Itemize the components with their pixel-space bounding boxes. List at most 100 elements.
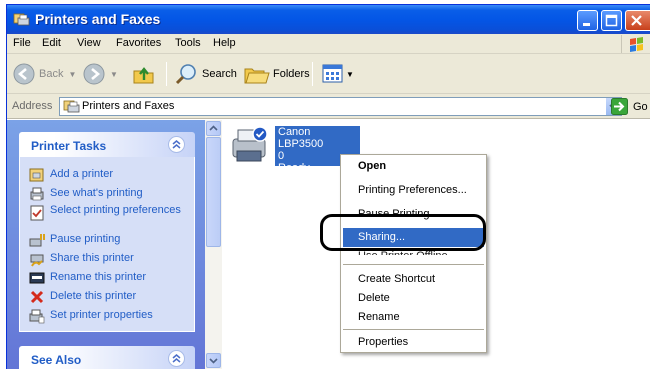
task-set-properties[interactable]: Set printer properties bbox=[20, 306, 194, 325]
go-label: Go bbox=[633, 100, 648, 113]
up-folder-button[interactable] bbox=[132, 62, 156, 86]
printer-folder-icon bbox=[13, 13, 30, 26]
task-pause-printing[interactable]: Pause printing bbox=[20, 230, 194, 249]
chevron-up-double-icon bbox=[172, 140, 181, 149]
menu-file[interactable]: File bbox=[13, 37, 31, 49]
search-label: Search bbox=[202, 68, 237, 80]
see-also-header[interactable]: See Also bbox=[19, 346, 195, 369]
views-icon bbox=[322, 64, 343, 83]
task-add-printer[interactable]: Add a printer bbox=[20, 165, 194, 184]
task-delete-printer[interactable]: Delete this printer bbox=[20, 287, 194, 306]
address-bar: Address Printers and Faxes Go bbox=[7, 94, 650, 119]
chevron-down-icon bbox=[209, 358, 218, 364]
printer-properties-icon bbox=[29, 309, 45, 324]
task-label: Delete this printer bbox=[50, 290, 137, 302]
printer-name: Canon LBP3500 bbox=[278, 126, 324, 150]
folders-button[interactable]: Folders bbox=[244, 62, 310, 86]
address-label: Address bbox=[12, 100, 53, 112]
task-select-preferences[interactable]: Select printing preferences bbox=[20, 203, 194, 230]
scroll-up-button[interactable] bbox=[206, 121, 221, 136]
forward-button[interactable]: ▼ bbox=[83, 63, 118, 85]
chevron-down-icon[interactable]: ▼ bbox=[346, 70, 354, 79]
context-menu: Open Printing Preferences... Pause Print… bbox=[340, 154, 487, 353]
menu-rename[interactable]: Rename bbox=[343, 308, 484, 327]
chevron-up-icon bbox=[209, 125, 218, 131]
folders-icon bbox=[244, 68, 270, 84]
toolbar: Back ▼ ▼ Search Folders ▼ bbox=[7, 54, 650, 94]
menu-create-shortcut[interactable]: Create Shortcut bbox=[343, 270, 484, 289]
printer-icon bbox=[232, 126, 268, 162]
maximize-button[interactable] bbox=[601, 10, 622, 31]
printer-tasks-title: Printer Tasks bbox=[31, 139, 107, 153]
address-value: Printers and Faxes bbox=[82, 100, 175, 112]
chevron-up-double-icon bbox=[172, 354, 181, 363]
task-label: Pause printing bbox=[50, 233, 121, 245]
menu-open[interactable]: Open bbox=[343, 157, 484, 176]
window-title: Printers and Faxes bbox=[35, 11, 161, 27]
collapse-button[interactable] bbox=[168, 136, 185, 153]
task-pane-scrollbar[interactable] bbox=[205, 120, 222, 369]
windows-flag-icon bbox=[630, 37, 643, 52]
scroll-thumb[interactable] bbox=[206, 137, 221, 247]
task-label: Select printing preferences bbox=[50, 204, 181, 216]
see-also-panel: See Also bbox=[19, 346, 195, 369]
folders-label: Folders bbox=[273, 68, 310, 80]
menu-delete[interactable]: Delete bbox=[343, 289, 484, 308]
printer-tasks-list: Add a printer See what's printing Select… bbox=[19, 157, 195, 332]
go-arrow-icon bbox=[611, 98, 628, 115]
chevron-down-icon[interactable]: ▼ bbox=[68, 70, 76, 79]
printer-tasks-panel: Printer Tasks Add a printer See what's p… bbox=[19, 132, 195, 332]
back-arrow-icon bbox=[13, 63, 35, 85]
explorer-window: Printers and Faxes File Edit View Favori… bbox=[6, 4, 650, 369]
close-button[interactable] bbox=[625, 10, 650, 31]
menu-help[interactable]: Help bbox=[213, 37, 236, 49]
toolbar-separator bbox=[166, 62, 167, 86]
minimize-icon bbox=[583, 23, 590, 26]
menu-view[interactable]: View bbox=[77, 37, 101, 49]
task-rename-printer[interactable]: Rename this printer bbox=[20, 268, 194, 287]
back-label: Back bbox=[39, 68, 64, 80]
print-queue-icon bbox=[30, 187, 44, 201]
menu-bar: File Edit View Favorites Tools Help bbox=[7, 34, 650, 54]
task-label: Rename this printer bbox=[50, 271, 146, 283]
windows-logo bbox=[621, 35, 650, 53]
printer-folder-icon bbox=[63, 100, 80, 113]
toolbar-separator bbox=[312, 62, 313, 86]
title-bar[interactable]: Printers and Faxes bbox=[7, 5, 650, 34]
search-icon bbox=[175, 64, 196, 85]
pause-printing-icon bbox=[29, 234, 45, 247]
task-label: Add a printer bbox=[50, 168, 113, 180]
up-folder-icon bbox=[133, 67, 154, 84]
search-button[interactable]: Search bbox=[175, 62, 237, 86]
menu-favorites[interactable]: Favorites bbox=[116, 37, 161, 49]
task-see-whats-printing[interactable]: See what's printing bbox=[20, 184, 194, 203]
printer-tasks-header[interactable]: Printer Tasks bbox=[19, 132, 195, 157]
go-button[interactable]: Go bbox=[611, 98, 648, 115]
delete-icon bbox=[30, 290, 44, 304]
see-also-title: See Also bbox=[31, 353, 82, 367]
back-button[interactable]: Back ▼ bbox=[13, 63, 76, 85]
address-field[interactable]: Printers and Faxes bbox=[59, 97, 622, 116]
menu-tools[interactable]: Tools bbox=[175, 37, 201, 49]
task-share-printer[interactable]: Share this printer bbox=[20, 249, 194, 268]
task-label: Set printer properties bbox=[50, 309, 153, 321]
maximize-icon bbox=[605, 14, 618, 27]
close-icon bbox=[631, 15, 642, 26]
menu-printing-preferences[interactable]: Printing Preferences... bbox=[343, 181, 484, 200]
minimize-button[interactable] bbox=[577, 10, 598, 31]
menu-properties[interactable]: Properties bbox=[343, 333, 484, 352]
menu-separator bbox=[343, 264, 484, 265]
highlight-callout bbox=[320, 214, 486, 251]
chevron-down-icon[interactable]: ▼ bbox=[110, 70, 118, 79]
add-printer-icon bbox=[29, 168, 44, 182]
task-label: Share this printer bbox=[50, 252, 134, 264]
menu-separator bbox=[343, 329, 484, 330]
collapse-button[interactable] bbox=[168, 350, 185, 367]
views-button[interactable]: ▼ bbox=[322, 63, 354, 85]
share-printer-icon bbox=[30, 254, 44, 267]
task-pane: Printer Tasks Add a printer See what's p… bbox=[7, 120, 205, 369]
preferences-icon bbox=[30, 205, 44, 221]
menu-edit[interactable]: Edit bbox=[42, 37, 61, 49]
rename-printer-icon bbox=[29, 272, 45, 284]
scroll-down-button[interactable] bbox=[206, 353, 221, 368]
